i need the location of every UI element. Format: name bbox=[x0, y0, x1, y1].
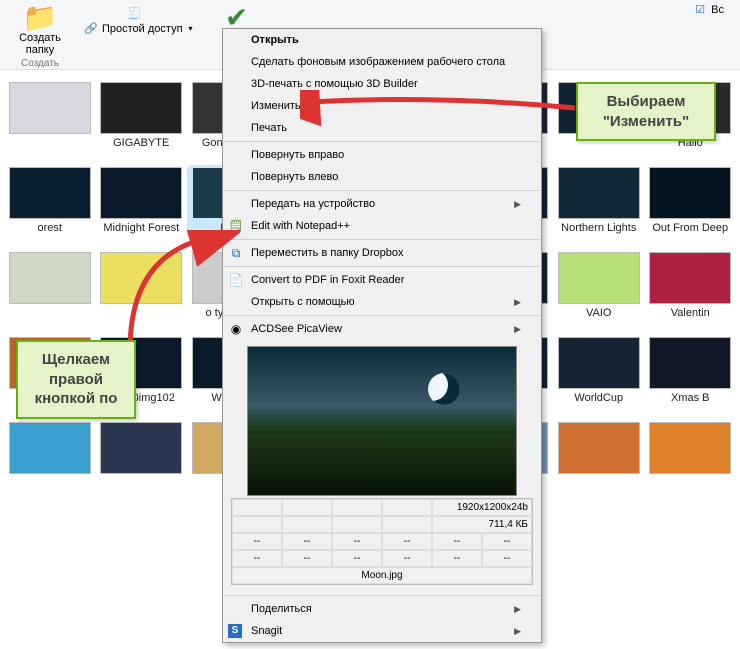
submenu-arrow-icon: ▶ bbox=[514, 297, 521, 308]
thumbnail-item[interactable]: orest bbox=[4, 167, 96, 234]
select-all-icon: ☑ bbox=[693, 3, 707, 16]
thumbnail-image bbox=[558, 167, 640, 219]
thumbnail-item[interactable] bbox=[96, 422, 188, 474]
thumbnail-image bbox=[558, 252, 640, 304]
info-filename: Moon.jpg bbox=[232, 567, 532, 584]
thumbnail-item[interactable]: WorldCup bbox=[553, 337, 645, 404]
foxit-icon: 📄 bbox=[228, 273, 244, 287]
create-folder-button[interactable]: 📁 Создать папку bbox=[14, 2, 66, 58]
menu-rotate-left[interactable]: Повернуть влево bbox=[223, 166, 541, 188]
menu-edit-notepadpp[interactable]: 🗒Edit with Notepad++ bbox=[223, 215, 541, 237]
thumbnail-item[interactable]: Out From Deep bbox=[645, 167, 737, 234]
thumbnail-image bbox=[649, 167, 731, 219]
thumbnail-label: Midnight Forest bbox=[96, 222, 186, 234]
easy-access-label: Простой доступ bbox=[102, 23, 183, 35]
thumbnail-item[interactable] bbox=[96, 252, 188, 319]
menu-snagit[interactable]: SSnagit▶ bbox=[223, 620, 541, 642]
menu-foxit-pdf[interactable]: 📄Convert to PDF in Foxit Reader bbox=[223, 269, 541, 291]
callout-right-click: Щелкаем правой кнопкой по bbox=[16, 340, 136, 419]
thumbnail-image bbox=[558, 422, 640, 474]
notepadpp-icon: 🗒 bbox=[228, 219, 244, 233]
select-group: ☑ Bс bbox=[683, 2, 734, 69]
easy-access-button[interactable]: 🔗 Простой доступ ▾ bbox=[82, 21, 195, 36]
thumbnail-image bbox=[9, 252, 91, 304]
thumbnail-image bbox=[100, 167, 182, 219]
info-filesize: 711,4 КБ bbox=[432, 516, 532, 533]
create-group: 📁 Создать папку Создать bbox=[6, 2, 74, 69]
menu-move-dropbox[interactable]: ⧉Переместить в папку Dropbox bbox=[223, 242, 541, 264]
dropbox-icon: ⧉ bbox=[228, 246, 244, 261]
access-group: 🧾 🔗 Простой доступ ▾ bbox=[74, 2, 203, 69]
thumbnail-item[interactable] bbox=[4, 252, 96, 319]
thumbnail-image bbox=[649, 252, 731, 304]
snagit-icon: S bbox=[228, 624, 242, 638]
thumbnail-label: GIGABYTE bbox=[96, 137, 186, 149]
menu-send-to-device[interactable]: Передать на устройство▶ bbox=[223, 193, 541, 215]
thumbnail-image bbox=[558, 337, 640, 389]
thumbnail-image bbox=[100, 82, 182, 134]
thumbnail-label: Valentin bbox=[645, 307, 735, 319]
thumbnail-item[interactable]: GIGABYTE bbox=[96, 82, 188, 149]
thumbnail-item[interactable] bbox=[4, 422, 96, 474]
thumbnail-item[interactable]: Xmas B bbox=[645, 337, 737, 404]
info-dimensions: 1920x1200x24b bbox=[432, 499, 532, 516]
menu-3d-print[interactable]: 3D-печать с помощью 3D Builder bbox=[223, 73, 541, 95]
new-item-button[interactable]: 🧾 bbox=[126, 6, 151, 21]
chevron-down-icon: ▾ bbox=[189, 24, 193, 33]
grass-shape bbox=[248, 435, 516, 495]
menu-print[interactable]: Печать bbox=[223, 117, 541, 139]
acdsee-preview: 1920x1200x24b 711,4 КБ ------------ ----… bbox=[223, 340, 541, 593]
thumbnail-label: Xmas B bbox=[645, 392, 735, 404]
thumbnail-image bbox=[9, 167, 91, 219]
select-all-button[interactable]: ☑ Bс bbox=[691, 2, 726, 17]
folder-star-icon: 📁 bbox=[23, 4, 58, 32]
thumbnail-label: Out From Deep bbox=[645, 222, 735, 234]
moon-shape bbox=[428, 373, 460, 405]
thumbnail-item[interactable]: Valentin bbox=[645, 252, 737, 319]
context-menu: Открыть Сделать фоновым изображением раб… bbox=[222, 28, 542, 643]
thumbnail-image bbox=[649, 422, 731, 474]
submenu-arrow-icon: ▶ bbox=[514, 604, 521, 615]
thumbnail-item[interactable]: Northern Lights bbox=[553, 167, 645, 234]
preview-info-grid: 1920x1200x24b 711,4 КБ ------------ ----… bbox=[231, 498, 533, 585]
menu-rotate-right[interactable]: Повернуть вправо bbox=[223, 144, 541, 166]
thumbnail-label: WorldCup bbox=[554, 392, 644, 404]
thumbnail-item[interactable] bbox=[645, 422, 737, 474]
menu-acdsee[interactable]: ◉ACDSee PicaView▶ bbox=[223, 318, 541, 340]
thumbnail-image bbox=[649, 337, 731, 389]
link-icon: 🔗 bbox=[84, 22, 98, 35]
thumbnail-item[interactable]: Midnight Forest bbox=[96, 167, 188, 234]
thumbnail-label: Northern Lights bbox=[554, 222, 644, 234]
preview-image bbox=[247, 346, 517, 496]
thumbnail-label: VAIO bbox=[554, 307, 644, 319]
thumbnail-image bbox=[100, 252, 182, 304]
thumbnail-image bbox=[9, 422, 91, 474]
menu-share[interactable]: Поделиться▶ bbox=[223, 598, 541, 620]
menu-edit[interactable]: Изменить bbox=[223, 95, 541, 117]
thumbnail-label: orest bbox=[5, 222, 95, 234]
thumbnail-image bbox=[100, 422, 182, 474]
callout-choose-edit: Выбираем "Изменить" bbox=[576, 82, 716, 141]
group-caption-create: Создать bbox=[21, 58, 59, 69]
submenu-arrow-icon: ▶ bbox=[514, 324, 521, 335]
create-folder-label: Создать папку bbox=[19, 32, 61, 56]
new-icon: 🧾 bbox=[128, 7, 142, 20]
thumbnail-item[interactable] bbox=[4, 82, 96, 149]
select-all-label: Bс bbox=[711, 4, 724, 16]
thumbnail-item[interactable]: VAIO bbox=[553, 252, 645, 319]
thumbnail-item[interactable] bbox=[553, 422, 645, 474]
thumbnail-image bbox=[9, 82, 91, 134]
acdsee-icon: ◉ bbox=[228, 322, 244, 336]
menu-set-wallpaper[interactable]: Сделать фоновым изображением рабочего ст… bbox=[223, 51, 541, 73]
submenu-arrow-icon: ▶ bbox=[514, 199, 521, 210]
submenu-arrow-icon: ▶ bbox=[514, 626, 521, 637]
menu-open-with[interactable]: Открыть с помощью▶ bbox=[223, 291, 541, 313]
menu-open[interactable]: Открыть bbox=[223, 29, 541, 51]
